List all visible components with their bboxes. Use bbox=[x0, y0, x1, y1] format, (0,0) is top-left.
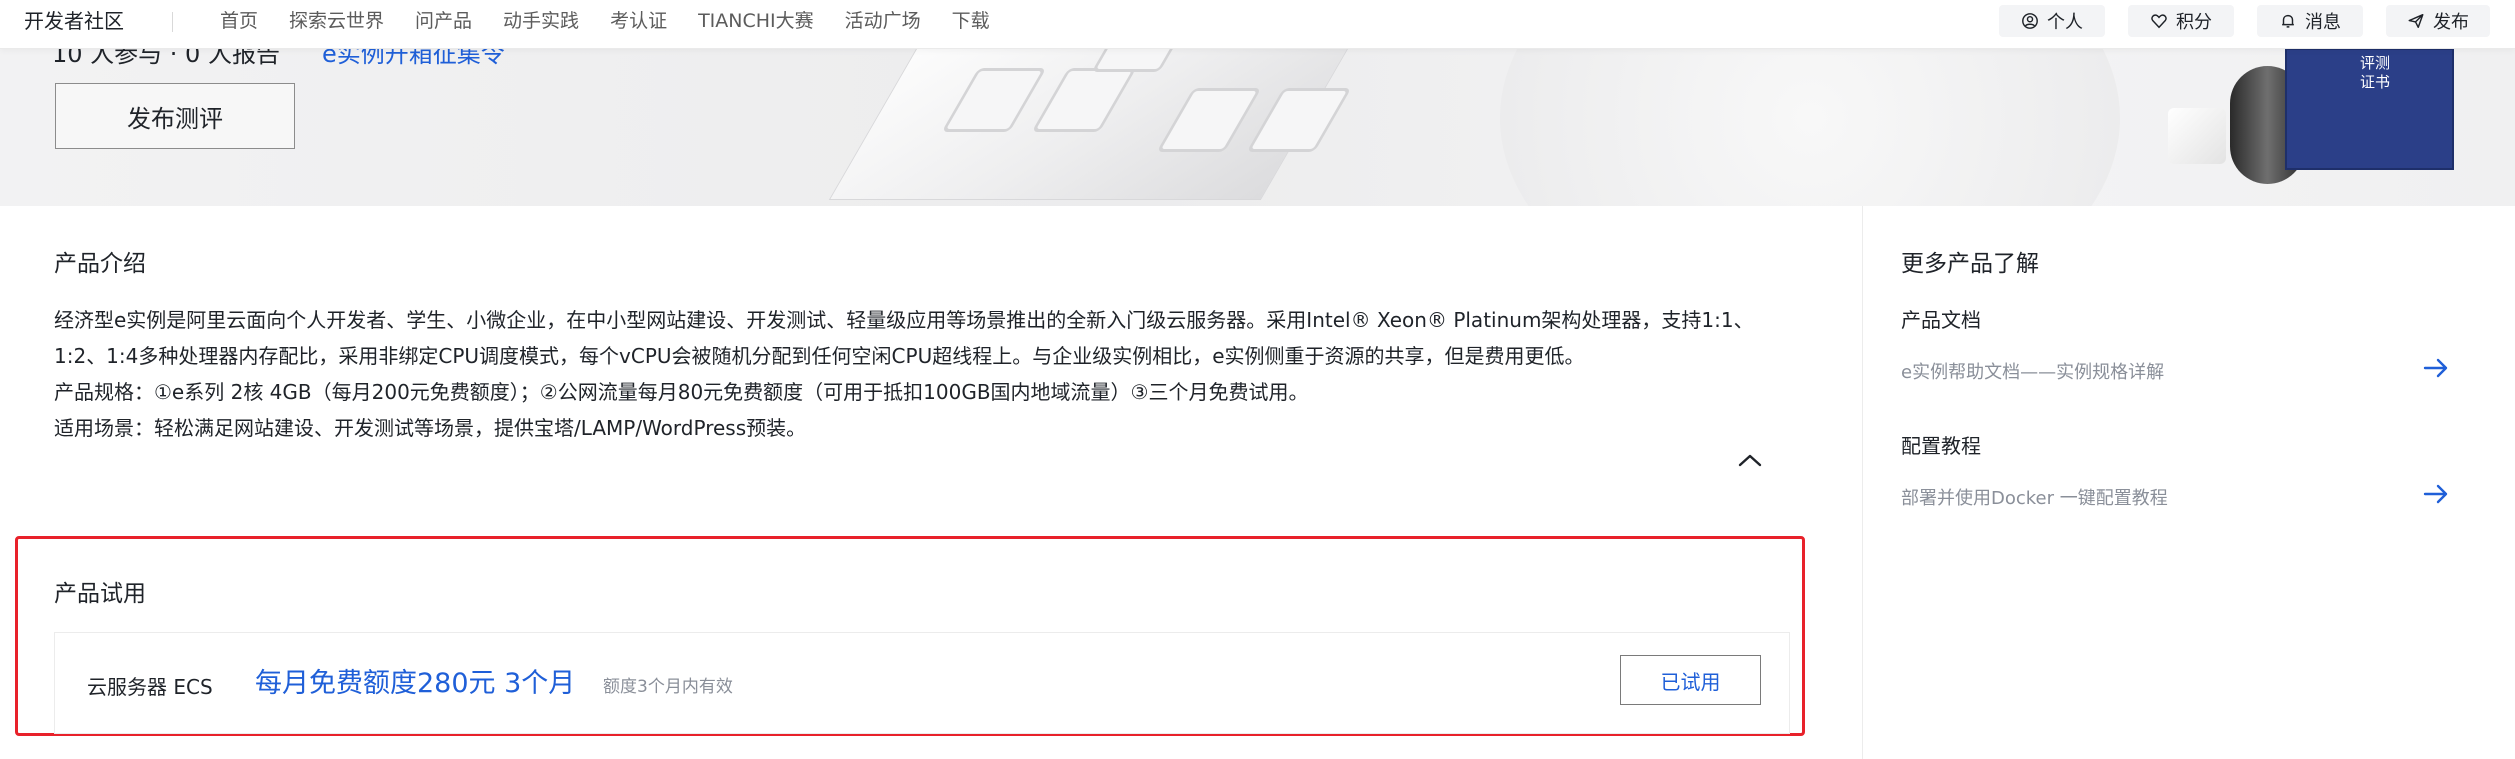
side-tutorial-link[interactable]: 部署并使用Docker 一键配置教程 bbox=[1901, 484, 2168, 510]
hero-decoration-circle bbox=[1500, 48, 2120, 206]
nav-link-explore[interactable]: 探索云世界 bbox=[289, 0, 384, 48]
trial-offer-text: 每月免费额度280元 3个月 bbox=[255, 668, 576, 699]
intro-text: 经济型e实例是阿里云面向个人开发者、学生、小微企业，在中小型网站建设、开发测试、… bbox=[54, 302, 1774, 446]
nav-link-home[interactable]: 首页 bbox=[220, 0, 258, 48]
trial-title: 产品试用 bbox=[54, 581, 146, 607]
nav-links: 首页 探索云世界 问产品 动手实践 考认证 TIANCHI大赛 活动广场 下载 bbox=[220, 0, 1021, 48]
brand-title[interactable]: 开发者社区 bbox=[24, 0, 124, 48]
messages-button[interactable]: 消息 bbox=[2257, 5, 2363, 37]
nav-link-ask[interactable]: 问产品 bbox=[415, 0, 472, 48]
side-doc-link[interactable]: e实例帮助文档——实例规格详解 bbox=[1901, 358, 2164, 384]
hero-campaign-link[interactable]: e实例开箱征集令 bbox=[322, 48, 505, 69]
publish-review-button[interactable]: 发布测评 bbox=[55, 83, 295, 149]
hero-banner: 评测证书 10 人参与 · 0 人报告 e实例开箱征集令 发布测评 bbox=[0, 48, 2515, 206]
trial-product-name: 云服务器 ECS bbox=[87, 675, 213, 699]
publish-nav-button[interactable]: 发布 bbox=[2386, 5, 2490, 37]
heart-icon bbox=[2151, 14, 2167, 29]
personal-button[interactable]: 个人 bbox=[1999, 5, 2105, 37]
publish-nav-label: 发布 bbox=[2433, 12, 2469, 33]
send-icon bbox=[2408, 13, 2424, 29]
intro-title: 产品介绍 bbox=[54, 251, 146, 277]
top-navigation: 开发者社区 首页 探索云世界 问产品 动手实践 考认证 TIANCHI大赛 活动… bbox=[0, 0, 2515, 49]
points-label: 积分 bbox=[2176, 12, 2212, 33]
side-doc-heading: 产品文档 bbox=[1901, 308, 1981, 332]
side-panel: 更多产品了解 产品文档 e实例帮助文档——实例规格详解 配置教程 部署并使用Do… bbox=[1862, 206, 2515, 759]
chevron-up-icon[interactable] bbox=[1737, 451, 1763, 469]
nav-link-practice[interactable]: 动手实践 bbox=[503, 0, 579, 48]
messages-label: 消息 bbox=[2305, 12, 2341, 33]
side-title: 更多产品了解 bbox=[1901, 251, 2039, 277]
user-icon bbox=[2022, 13, 2038, 29]
main-content: 产品介绍 经济型e实例是阿里云面向个人开发者、学生、小微企业，在中小型网站建设、… bbox=[0, 206, 1862, 759]
trial-offer-card: 云服务器 ECS 每月免费额度280元 3个月 额度3个月内有效 已试用 bbox=[54, 632, 1790, 734]
nav-link-tianchi[interactable]: TIANCHI大赛 bbox=[698, 0, 814, 48]
intro-paragraph: 经济型e实例是阿里云面向个人开发者、学生、小微企业，在中小型网站建设、开发测试、… bbox=[54, 308, 1754, 368]
intro-scenarios: 适用场景：轻松满足网站建设、开发测试等场景，提供宝塔/LAMP/WordPres… bbox=[54, 416, 807, 440]
nav-link-certification[interactable]: 考认证 bbox=[610, 0, 667, 48]
bell-icon bbox=[2282, 14, 2294, 28]
trial-offer-note: 额度3个月内有效 bbox=[603, 677, 733, 697]
nav-actions: 个人 积分 消息 发布 bbox=[1976, 5, 2490, 37]
arrow-right-icon[interactable] bbox=[2422, 356, 2450, 380]
brand-divider bbox=[172, 12, 173, 32]
points-button[interactable]: 积分 bbox=[2128, 5, 2234, 37]
side-tutorial-heading: 配置教程 bbox=[1901, 434, 1981, 458]
nav-link-events[interactable]: 活动广场 bbox=[845, 0, 921, 48]
intro-spec: 产品规格：①e系列 2核 4GB（每月200元免费额度）；②公网流量每月80元免… bbox=[54, 380, 1309, 404]
personal-label: 个人 bbox=[2047, 12, 2083, 33]
hero-certificate-text: 评测证书 bbox=[2360, 54, 2391, 91]
arrow-right-icon[interactable] bbox=[2422, 482, 2450, 506]
hero-decoration-plug bbox=[2168, 108, 2226, 164]
nav-link-download[interactable]: 下载 bbox=[952, 0, 990, 48]
hero-stats-text: 10 人参与 · 0 人报告 bbox=[52, 48, 280, 68]
tried-button[interactable]: 已试用 bbox=[1620, 655, 1761, 705]
